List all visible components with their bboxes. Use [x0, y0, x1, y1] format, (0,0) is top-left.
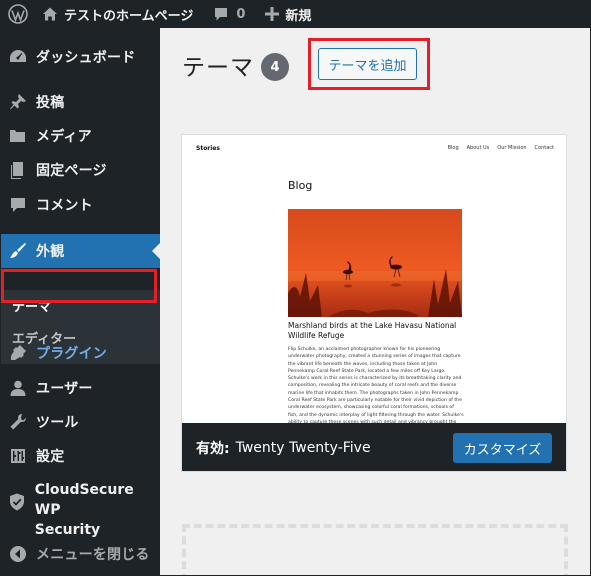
current-menu-arrow	[152, 243, 160, 259]
submenu-item-themes[interactable]: テーマ	[0, 290, 160, 320]
sidebar-item-label-line1: CloudSecure WP	[34, 482, 134, 518]
home-icon	[43, 7, 57, 21]
comment-icon	[0, 195, 36, 215]
user-icon	[0, 378, 36, 398]
admin-bar: テストのホームページ 0 新規	[0, 0, 591, 28]
sidebar-item-comments[interactable]: コメント	[0, 188, 160, 222]
sidebar-item-label: 設定	[36, 449, 65, 465]
comment-bubble-icon	[215, 8, 228, 21]
pin-icon	[0, 92, 36, 112]
sidebar-item-cloudsecure[interactable]: CloudSecure WP Security	[0, 482, 160, 538]
screenshot-nav-item: Contact	[534, 145, 554, 151]
sidebar-item-label: メニューを閉じる	[36, 547, 150, 563]
comments-count: 0	[236, 6, 246, 22]
sidebar-item-label: ダッシュボード	[36, 50, 136, 66]
screenshot-post-title: Marshland birds at the Lake Havasu Natio…	[288, 321, 457, 340]
collapse-menu-button[interactable]: メニューを閉じる	[0, 537, 160, 571]
active-theme-label: 有効:	[196, 438, 230, 458]
theme-screenshot[interactable]: Stories Blog About Us Our Mission Contac…	[182, 135, 566, 423]
sidebar-item-label: ユーザー	[36, 381, 93, 397]
active-theme-card[interactable]: Stories Blog About Us Our Mission Contac…	[181, 134, 567, 472]
sidebar-item-appearance[interactable]: 外観	[0, 234, 160, 268]
sidebar-item-label: コメント	[36, 198, 93, 214]
screenshot-heading: Blog	[288, 179, 313, 192]
site-name-link[interactable]: テストのホームページ	[36, 0, 199, 28]
sidebar-item-label: CloudSecure WP Security	[35, 480, 160, 540]
page-title: テーマ	[182, 55, 254, 81]
screenshot-nav-item: Blog	[447, 145, 459, 151]
sidebar-item-dashboard[interactable]: ダッシュボード	[0, 40, 160, 74]
screenshot-nav-item: Our Mission	[497, 145, 527, 151]
brush-icon	[0, 241, 36, 261]
sidebar-item-label: 固定ページ	[36, 163, 107, 179]
active-prefix: 有効:	[196, 441, 230, 457]
sidebar-item-label: 投稿	[36, 95, 65, 111]
page-icon	[0, 160, 36, 180]
sidebar-item-label: 外観	[36, 244, 65, 260]
site-name: テストのホームページ	[64, 8, 194, 24]
sidebar-item-label: プラグイン	[36, 346, 107, 362]
sidebar-item-posts[interactable]: 投稿	[0, 85, 160, 119]
theme-info-bar: 有効: Twenty Twenty-Five カスタマイズ	[182, 423, 566, 471]
sidebar-item-users[interactable]: ユーザー	[0, 371, 160, 405]
sidebar-item-label: メディア	[36, 129, 92, 145]
settings-icon	[0, 446, 36, 466]
plugin-icon	[0, 343, 36, 363]
sidebar-item-media[interactable]: メディア	[0, 119, 160, 153]
sidebar-item-plugins[interactable]: プラグイン	[0, 336, 160, 370]
plus-icon	[265, 7, 280, 21]
shield-check-icon	[0, 492, 35, 512]
screenshot-post-body: Flip Schulke, an acclaimed photographer …	[288, 347, 464, 423]
sidebar-item-pages[interactable]: 固定ページ	[0, 153, 160, 187]
submenu-item-label: テーマ	[12, 299, 52, 315]
new-label: 新規	[285, 8, 312, 24]
admin-sidebar: ダッシュボード 投稿 メディア 固定ページ コメント 外観 テーマ エディター …	[0, 28, 160, 576]
screenshot-nav: Blog About Us Our Mission Contact	[448, 145, 554, 151]
theme-count-badge: 4	[261, 53, 289, 81]
collapse-icon	[0, 544, 36, 564]
wordpress-icon	[8, 4, 28, 24]
wrench-icon	[0, 412, 36, 432]
customize-button[interactable]: カスタマイズ	[453, 433, 552, 463]
screenshot-nav-item: About Us	[466, 145, 490, 151]
sidebar-item-settings[interactable]: 設定	[0, 439, 160, 473]
dashboard-icon	[0, 47, 36, 67]
add-new-theme-card[interactable]	[182, 524, 568, 576]
theme-name: Twenty Twenty-Five	[235, 440, 371, 456]
screenshot-site-title: Stories	[196, 145, 220, 152]
comments-link[interactable]: 0	[207, 0, 251, 28]
sidebar-item-label: ツール	[36, 415, 79, 431]
wordpress-logo-button[interactable]	[2, 0, 34, 28]
media-icon	[0, 126, 36, 146]
new-content-link[interactable]: 新規	[259, 0, 317, 28]
screenshot-bird-photo	[288, 209, 462, 317]
add-theme-button[interactable]: テーマを追加	[318, 48, 417, 80]
sidebar-item-tools[interactable]: ツール	[0, 405, 160, 439]
